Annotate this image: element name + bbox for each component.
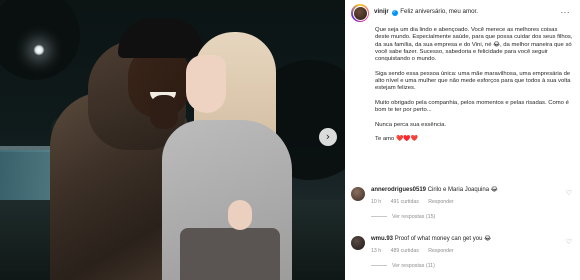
ellipsis-icon[interactable]: ··· [561,8,571,17]
comment-body: Proof of what money can get you 😂 [394,236,492,242]
woman-face [186,55,226,113]
comment-likes[interactable]: 489 curtidas [391,248,419,254]
hearts-emoji: ❤️♥️❤️ [395,136,418,143]
reply-button[interactable]: Responder [428,199,453,205]
view-replies-button[interactable]: Ver respostas (11) [371,263,435,269]
comment-username[interactable]: annerodrigues0519 [371,187,426,193]
comment-username[interactable]: wmu.93 [371,236,393,242]
caption-paragraph: Nunca perca sua essência. [375,121,447,128]
man-cap [118,18,204,58]
comment-meta: 13 h 489 curtidas Responder [371,248,462,254]
caption-paragraph: Siga sendo essa pessoa única: uma mãe ma… [375,70,571,92]
caption-paragraph: Muito obrigado pela companhia, pelos mom… [375,99,569,114]
comment-time: 10 h [371,199,382,205]
avatar[interactable] [351,236,365,250]
caption-header: vinijr ✓ Feliz aniversário, meu amor. ··… [351,4,576,24]
woman-hand [228,200,252,230]
caption-body: Que seja um dia lindo e abençoado. Você … [375,27,573,151]
view-replies-label: Ver respostas (11) [392,263,435,269]
view-replies-label: Ver respostas (15) [392,214,436,220]
man-hand [150,95,178,129]
caption-first-line: vinijr ✓ Feliz aniversário, meu amor. [374,8,478,16]
replies-line [371,216,387,217]
caption-title: Feliz aniversário, meu amor. [400,8,478,15]
verified-badge-icon: ✓ [391,10,398,16]
comment-text: wmu.93 Proof of what money can get you 😂 [371,236,561,244]
heart-outline-icon[interactable]: ♡ [566,238,572,246]
next-photo-button[interactable]: › [319,128,337,146]
avatar[interactable] [351,187,365,201]
heart-outline-icon[interactable]: ♡ [566,189,572,197]
comment-text: annerodrigues0519 Cirilo e Maria Joaquin… [371,187,561,195]
chevron-right-icon: › [325,130,331,143]
comment-body: Cirilo e Maria Joaquina 😂 [427,187,498,193]
post-photo[interactable]: › [0,0,345,280]
comment-time: 13 h [371,248,382,254]
author-username[interactable]: vinijr [374,8,389,15]
comment-likes[interactable]: 491 curtidas [391,199,419,205]
reply-button[interactable]: Responder [428,248,453,254]
view-replies-button[interactable]: Ver respostas (15) [371,214,435,220]
background-tree [0,0,80,80]
signoff-text: Te amo [375,136,395,143]
post-details-panel: vinijr ✓ Feliz aniversário, meu amor. ··… [345,0,580,280]
comment-meta: 10 h 491 curtidas Responder [371,199,462,205]
replies-line [371,265,387,266]
woman-skirt [180,228,280,280]
caption-signoff: Te amo ❤️♥️❤️ [375,136,573,143]
lamp-light [33,44,45,56]
avatar[interactable] [351,4,369,22]
caption-paragraph: Que seja um dia lindo e abençoado. Você … [375,27,573,63]
